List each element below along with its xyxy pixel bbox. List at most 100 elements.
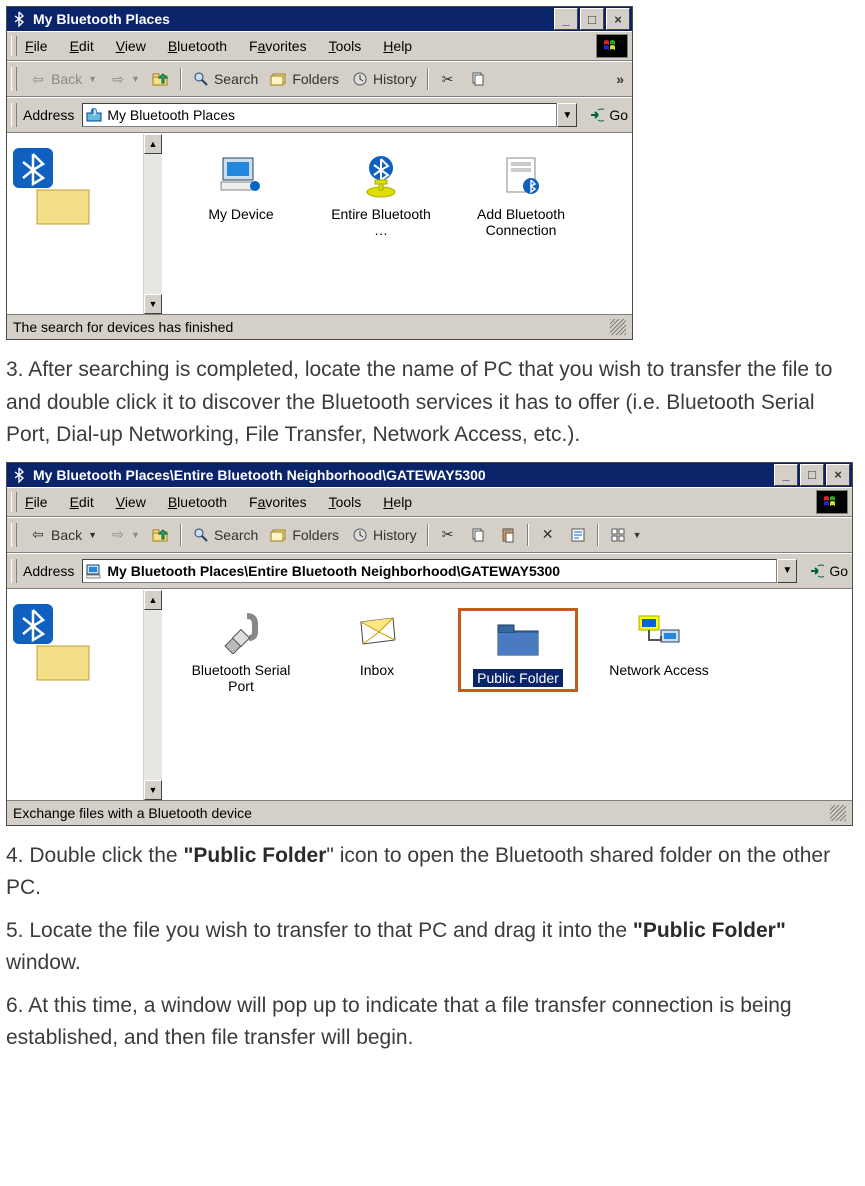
properties-icon: [569, 526, 587, 544]
folders-button[interactable]: Folders: [264, 524, 345, 546]
windows-logo-icon: [816, 490, 848, 514]
inbox-icon: [353, 608, 401, 656]
menu-favorites[interactable]: Favorites: [249, 494, 307, 510]
folders-icon: [270, 526, 288, 544]
scissors-icon: ✂: [439, 70, 457, 88]
toolbar-overflow[interactable]: »: [612, 71, 628, 87]
dropdown-arrow-icon: ▼: [131, 74, 140, 84]
item-add-connection[interactable]: Add Bluetooth Connection: [466, 152, 576, 238]
menu-help[interactable]: Help: [383, 494, 412, 510]
back-button[interactable]: ⇦ Back ▼: [23, 68, 103, 90]
menu-edit[interactable]: Edit: [70, 38, 94, 54]
scroll-track[interactable]: [144, 610, 162, 780]
item-network-access[interactable]: Network Access: [604, 608, 714, 678]
menu-view[interactable]: View: [116, 494, 146, 510]
side-panel: [7, 134, 144, 314]
menu-bluetooth[interactable]: Bluetooth: [168, 494, 227, 510]
menu-view[interactable]: View: [116, 38, 146, 54]
go-button[interactable]: Go: [587, 106, 628, 124]
menu-bluetooth[interactable]: Bluetooth: [168, 38, 227, 54]
history-button[interactable]: History: [345, 68, 423, 90]
item-entire-bluetooth[interactable]: Entire Bluetooth …: [326, 152, 436, 238]
search-button[interactable]: Search: [186, 524, 264, 546]
menu-file[interactable]: File: [25, 494, 48, 510]
delete-button[interactable]: ✕: [533, 524, 563, 546]
titlebar[interactable]: My Bluetooth Places _ □ ×: [7, 7, 632, 31]
forward-button[interactable]: ⇨ ▼: [103, 524, 146, 546]
item-inbox[interactable]: Inbox: [322, 608, 432, 678]
scrollbar[interactable]: ▲ ▼: [144, 134, 162, 314]
minimize-button[interactable]: _: [554, 8, 578, 30]
maximize-button[interactable]: □: [580, 8, 604, 30]
copy-button[interactable]: [463, 524, 493, 546]
up-button[interactable]: [146, 524, 176, 546]
address-field[interactable]: My Bluetooth Places: [82, 103, 557, 127]
menu-tools[interactable]: Tools: [329, 494, 362, 510]
menu-favorites[interactable]: Favorites: [249, 38, 307, 54]
text-bold: "Public Folder": [633, 919, 786, 942]
address-value: My Bluetooth Places\Entire Bluetooth Nei…: [107, 563, 560, 579]
folders-button[interactable]: Folders: [264, 68, 345, 90]
close-button[interactable]: ×: [606, 8, 630, 30]
add-bluetooth-icon: [497, 152, 545, 200]
cut-button[interactable]: ✂: [433, 524, 463, 546]
folder-icon: [494, 615, 542, 663]
menu-help[interactable]: Help: [383, 38, 412, 54]
text: window.: [6, 951, 81, 974]
item-serial-port[interactable]: Bluetooth Serial Port: [186, 608, 296, 694]
item-public-folder[interactable]: Public Folder: [458, 608, 578, 692]
dropdown-arrow-icon: ▼: [633, 530, 642, 540]
window-gateway5300: My Bluetooth Places\Entire Bluetooth Nei…: [6, 462, 853, 826]
panel-graphic: [13, 144, 93, 264]
item-label: Public Folder: [463, 669, 573, 687]
views-button[interactable]: ▼: [603, 524, 648, 546]
up-button[interactable]: [146, 68, 176, 90]
search-label: Search: [214, 71, 258, 87]
scroll-down-button[interactable]: ▼: [144, 780, 162, 800]
step-6-text: 6. At this time, a window will pop up to…: [6, 990, 859, 1055]
scroll-track[interactable]: [144, 154, 162, 294]
paste-button[interactable]: [493, 524, 523, 546]
menu-edit[interactable]: Edit: [70, 494, 94, 510]
address-dropdown[interactable]: ▼: [777, 559, 797, 583]
menu-file[interactable]: File: [25, 38, 48, 54]
icon-pane: My Device Entire Bluetooth … Add Bluetoo…: [162, 134, 632, 314]
content-area: ▲ ▼ Bluetooth Serial Port Inbox: [7, 589, 852, 800]
search-button[interactable]: Search: [186, 68, 264, 90]
resize-grip[interactable]: [610, 319, 626, 335]
separator: [527, 524, 529, 546]
grip: [11, 559, 17, 583]
network-icon: [635, 608, 683, 656]
minimize-button[interactable]: _: [774, 464, 798, 486]
cut-button[interactable]: ✂: [433, 68, 463, 90]
close-button[interactable]: ×: [826, 464, 850, 486]
copy-button[interactable]: [463, 68, 493, 90]
scroll-up-button[interactable]: ▲: [144, 590, 162, 610]
scroll-up-button[interactable]: ▲: [144, 134, 162, 154]
forward-button[interactable]: ⇨ ▼: [103, 68, 146, 90]
history-button[interactable]: History: [345, 524, 423, 546]
folders-label: Folders: [292, 527, 339, 543]
item-my-device[interactable]: My Device: [186, 152, 296, 222]
computer-icon: [85, 562, 103, 580]
text-bold: "Public Folder: [183, 844, 326, 867]
properties-button[interactable]: [563, 524, 593, 546]
address-dropdown[interactable]: ▼: [557, 103, 577, 127]
maximize-button[interactable]: □: [800, 464, 824, 486]
bluetooth-icon: [9, 9, 29, 29]
back-button[interactable]: ⇦ Back ▼: [23, 524, 103, 546]
resize-grip[interactable]: [830, 805, 846, 821]
address-field[interactable]: My Bluetooth Places\Entire Bluetooth Nei…: [82, 559, 777, 583]
menu-tools[interactable]: Tools: [329, 38, 362, 54]
titlebar[interactable]: My Bluetooth Places\Entire Bluetooth Nei…: [7, 463, 852, 487]
separator: [180, 524, 182, 546]
scroll-down-button[interactable]: ▼: [144, 294, 162, 314]
menubar: File Edit View Bluetooth Favorites Tools…: [7, 31, 632, 61]
copy-icon: [469, 526, 487, 544]
scissors-icon: ✂: [439, 526, 457, 544]
scrollbar[interactable]: ▲ ▼: [144, 590, 162, 800]
item-label: Inbox: [322, 662, 432, 678]
go-icon: [587, 106, 605, 124]
go-button[interactable]: Go: [807, 562, 848, 580]
address-value: My Bluetooth Places: [107, 107, 235, 123]
